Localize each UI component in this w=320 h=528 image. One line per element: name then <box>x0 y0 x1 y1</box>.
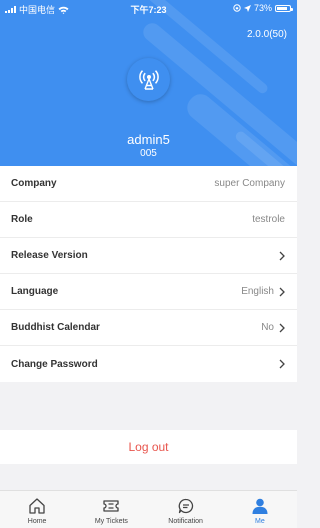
language-row[interactable]: Language English <box>0 274 297 310</box>
user-code: 005 <box>140 148 157 159</box>
language-value: English <box>241 286 274 297</box>
tab-home-label: Home <box>27 518 47 525</box>
language-label: Language <box>11 286 59 297</box>
username: admin5 <box>127 132 170 147</box>
tab-home[interactable]: Home <box>0 491 74 528</box>
tab-my-tickets[interactable]: My Tickets <box>74 491 148 528</box>
buddhist-calendar-value: No <box>261 322 274 333</box>
antenna-icon <box>138 69 159 90</box>
location-arrow-icon <box>243 4 251 12</box>
role-label: Role <box>11 214 33 225</box>
orientation-lock-icon <box>233 4 241 12</box>
battery-icon <box>275 4 293 12</box>
person-icon <box>252 498 268 514</box>
status-bar: 中国电信 下午7:23 73% <box>0 0 297 16</box>
chevron-right-icon <box>279 323 285 332</box>
tab-me[interactable]: Me <box>223 491 297 528</box>
chevron-right-icon <box>279 359 285 369</box>
chevron-right-icon <box>279 287 285 296</box>
company-value: super Company <box>214 178 285 189</box>
tab-my-tickets-label: My Tickets <box>94 518 128 525</box>
buddhist-calendar-label: Buddhist Calendar <box>11 322 100 333</box>
buddhist-calendar-row[interactable]: Buddhist Calendar No <box>0 310 297 346</box>
avatar[interactable] <box>127 58 170 101</box>
change-password-row[interactable]: Change Password <box>0 346 297 382</box>
release-version-row[interactable]: Release Version <box>0 238 297 274</box>
app-version: 2.0.0(50) <box>246 29 287 40</box>
ticket-icon <box>103 500 120 512</box>
settings-list: Company super Company Role testrole Rele… <box>0 166 297 382</box>
tab-me-label: Me <box>255 518 265 525</box>
release-version-label: Release Version <box>11 250 88 261</box>
tab-bar: Home My Tickets Notification Me <box>0 490 297 528</box>
chevron-right-icon <box>279 251 285 260</box>
role-row: Role testrole <box>0 202 297 238</box>
tab-notification[interactable]: Notification <box>149 491 223 528</box>
chat-icon <box>178 498 193 514</box>
company-row: Company super Company <box>0 166 297 202</box>
battery-percent: 73% <box>253 3 272 13</box>
tab-notification-label: Notification <box>168 518 203 525</box>
role-value: testrole <box>252 214 285 225</box>
home-icon <box>29 498 45 514</box>
profile-header: 中国电信 下午7:23 73% 2.0.0(50) admin5 005 <box>0 0 297 166</box>
change-password-label: Change Password <box>11 358 98 370</box>
logout-button[interactable]: Log out <box>0 430 297 464</box>
company-label: Company <box>11 178 57 189</box>
